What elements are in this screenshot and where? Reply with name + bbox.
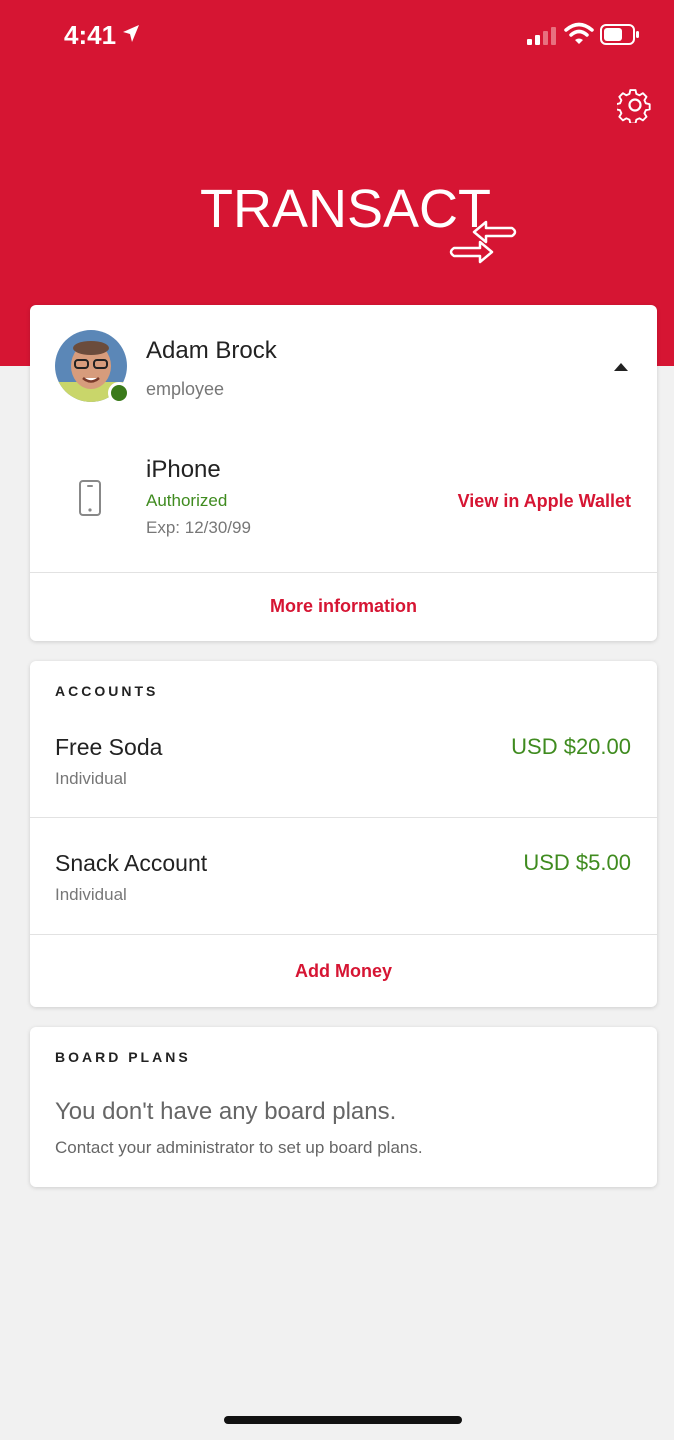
device-name: iPhone [146,456,221,483]
status-time: 4:41 [64,20,117,50]
board-plans-section-title: BOARD PLANS [55,1049,191,1065]
wifi-icon [564,22,594,44]
user-name: Adam Brock [146,337,277,364]
status-bar: 4:41 [0,0,674,70]
battery-icon [600,24,639,45]
view-in-apple-wallet-link[interactable]: View in Apple Wallet [458,491,631,512]
signal-icon [527,27,556,45]
divider [30,572,657,573]
add-money-button[interactable]: Add Money [30,961,657,982]
account-name: Snack Account [55,850,208,876]
location-arrow-icon [123,25,139,42]
user-role: employee [146,379,225,399]
account-type: Individual [55,885,127,904]
divider [30,934,657,935]
chevron-up-icon[interactable] [613,362,629,372]
divider [30,817,657,818]
account-name: Free Soda [55,734,163,760]
online-status-indicator [108,382,130,404]
gear-icon[interactable] [617,87,653,123]
account-balance: USD $20.00 [511,734,631,759]
home-indicator[interactable] [224,1416,462,1424]
more-information-button[interactable]: More information [30,596,657,617]
transact-arrows-icon [449,220,517,264]
empty-state-subtitle: Contact your administrator to set up boa… [55,1138,423,1157]
account-balance: USD $5.00 [523,850,631,875]
device-expiry: Exp: 12/30/99 [146,518,251,537]
accounts-card: ACCOUNTS Free Soda Individual USD $20.00… [30,661,657,1007]
transact-logo: TRANSACT [200,178,530,278]
board-plans-card: BOARD PLANS You don't have any board pla… [30,1027,657,1187]
account-type: Individual [55,769,127,788]
phone-icon [79,480,101,516]
accounts-section-title: ACCOUNTS [55,683,159,699]
device-status: Authorized [146,491,228,510]
empty-state-title: You don't have any board plans. [55,1098,397,1125]
profile-card: Adam Brock employee iPhone Authorized Ex… [30,305,657,641]
